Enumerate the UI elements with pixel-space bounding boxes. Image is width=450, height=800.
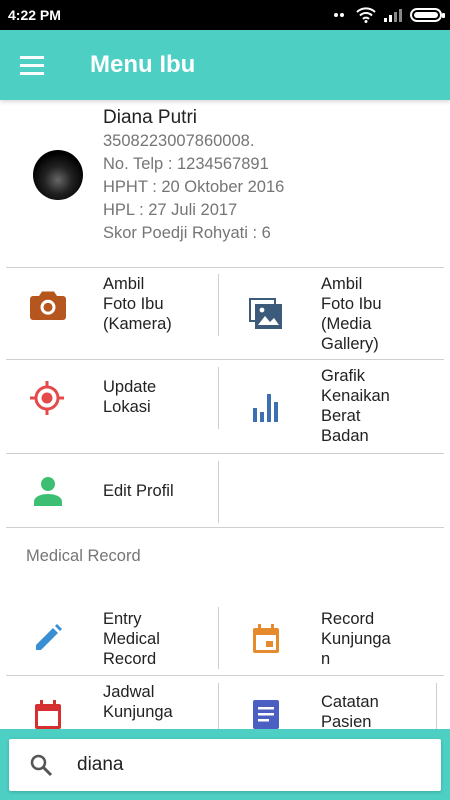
person-icon xyxy=(34,477,62,506)
profile-poedji-score: Skor Poedji Rohyati : 6 xyxy=(103,224,271,242)
dots-icon xyxy=(334,13,344,17)
menu-label: Ambil Foto Ibu (Kamera) xyxy=(103,275,172,333)
calendar-icon xyxy=(253,624,279,653)
camera-icon xyxy=(30,291,66,320)
status-time: 4:22 PM xyxy=(8,7,61,23)
profile-hpl: HPL : 27 Juli 2017 xyxy=(103,201,238,219)
search-box[interactable] xyxy=(9,739,441,791)
menu-record-kunjungan[interactable]: Record Kunjunga n xyxy=(219,600,444,675)
pencil-icon xyxy=(36,624,62,650)
menu-label: Grafik Kenaikan Berat Badan xyxy=(321,367,390,445)
profile-id-number: 3508223007860008. xyxy=(103,132,255,150)
menu-update-lokasi[interactable]: Update Lokasi xyxy=(6,360,218,453)
divider xyxy=(218,461,219,523)
menu-catatan-pasien[interactable]: Catatan Pasien xyxy=(219,676,436,731)
photo-gallery-icon xyxy=(249,298,282,329)
menu-grafik-berat-badan[interactable]: Grafik Kenaikan Berat Badan xyxy=(219,360,444,453)
calendar-schedule-icon xyxy=(35,700,61,729)
search-icon[interactable] xyxy=(29,753,53,777)
menu-label: Edit Profil xyxy=(103,482,174,500)
menu-label: Catatan Pasien xyxy=(321,693,379,731)
section-title-medical-record: Medical Record xyxy=(26,547,141,565)
profile-hpht: HPHT : 20 Oktober 2016 xyxy=(103,178,285,196)
menu-edit-profil[interactable]: Edit Profil xyxy=(6,454,218,527)
profile-card: Diana Putri 3508223007860008. No. Telp :… xyxy=(0,100,450,268)
location-target-icon xyxy=(30,381,64,415)
status-icons xyxy=(333,7,445,23)
status-bar: 4:22 PM xyxy=(0,0,450,30)
menu-label: Ambil Foto Ibu (Media Gallery) xyxy=(321,275,382,353)
app-bar: Menu Ibu xyxy=(0,30,450,100)
battery-icon xyxy=(410,8,445,22)
menu-label: Entry Medical Record xyxy=(103,610,160,668)
divider xyxy=(6,527,444,528)
profile-name: Diana Putri xyxy=(103,107,197,128)
menu-label: Update Lokasi xyxy=(103,378,157,416)
menu-label: Record Kunjunga n xyxy=(321,610,391,668)
signal-icon xyxy=(384,9,402,22)
profile-phone: No. Telp : 1234567891 xyxy=(103,155,269,173)
note-icon xyxy=(253,700,279,729)
search-bar xyxy=(0,729,450,800)
divider xyxy=(436,683,437,729)
page-title: Menu Ibu xyxy=(90,51,196,78)
hamburger-menu-icon[interactable] xyxy=(20,45,60,85)
menu-jadwal-kunjungan[interactable]: Jadwal Kunjunga xyxy=(6,676,218,729)
menu-ambil-foto-kamera[interactable]: Ambil Foto Ibu (Kamera) xyxy=(6,268,218,359)
menu-ambil-foto-gallery[interactable]: Ambil Foto Ibu (Media Gallery) xyxy=(219,268,444,359)
search-input[interactable] xyxy=(77,747,417,783)
menu-entry-medical-record[interactable]: Entry Medical Record xyxy=(6,600,218,675)
menu-label: Jadwal Kunjunga xyxy=(103,683,173,721)
avatar xyxy=(33,150,83,200)
bar-chart-icon xyxy=(253,394,278,422)
wifi-icon xyxy=(356,7,376,23)
